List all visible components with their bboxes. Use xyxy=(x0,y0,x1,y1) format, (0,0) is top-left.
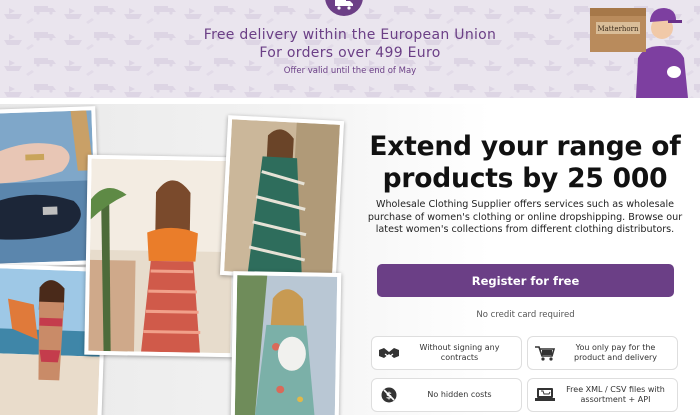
photo-floral-dress xyxy=(230,271,342,415)
laptop-cart-icon xyxy=(534,386,556,404)
promo-banner: Free delivery within the European Union … xyxy=(0,0,700,98)
no-hidden-costs-icon: $ xyxy=(378,386,400,404)
hero-section: Extend your range of products by 25 000 … xyxy=(0,104,700,415)
feature-pay-only-product: You only pay for the product and deliver… xyxy=(527,336,678,370)
feature-no-contracts: Without signing any contracts xyxy=(371,336,522,370)
hero-headline: Extend your range of products by 25 000 xyxy=(369,131,681,194)
photo-green-dress xyxy=(219,115,345,281)
feature-text: Without signing any contracts xyxy=(419,343,500,362)
feature-text: No hidden costs xyxy=(427,390,492,399)
truck-icon xyxy=(335,0,353,10)
svg-text:$: $ xyxy=(386,392,392,402)
no-credit-card-note: No credit card required xyxy=(476,310,575,320)
handshake-icon xyxy=(378,344,400,362)
hero-description: Wholesale Clothing Supplier offers servi… xyxy=(367,199,683,235)
box-label: Matterhorn xyxy=(597,25,639,33)
courier-illustration: Matterhorn xyxy=(590,8,688,98)
feature-text: Free XML / CSV files with assortment + A… xyxy=(566,385,665,404)
photo-orange-top xyxy=(84,154,238,358)
feature-no-hidden-costs: $ No hidden costs xyxy=(371,378,522,412)
feature-text: You only pay for the product and deliver… xyxy=(573,343,658,362)
cart-icon xyxy=(534,344,556,362)
register-button[interactable]: Register for free xyxy=(377,264,674,297)
feature-xml-csv: Free XML / CSV files with assortment + A… xyxy=(527,378,678,412)
